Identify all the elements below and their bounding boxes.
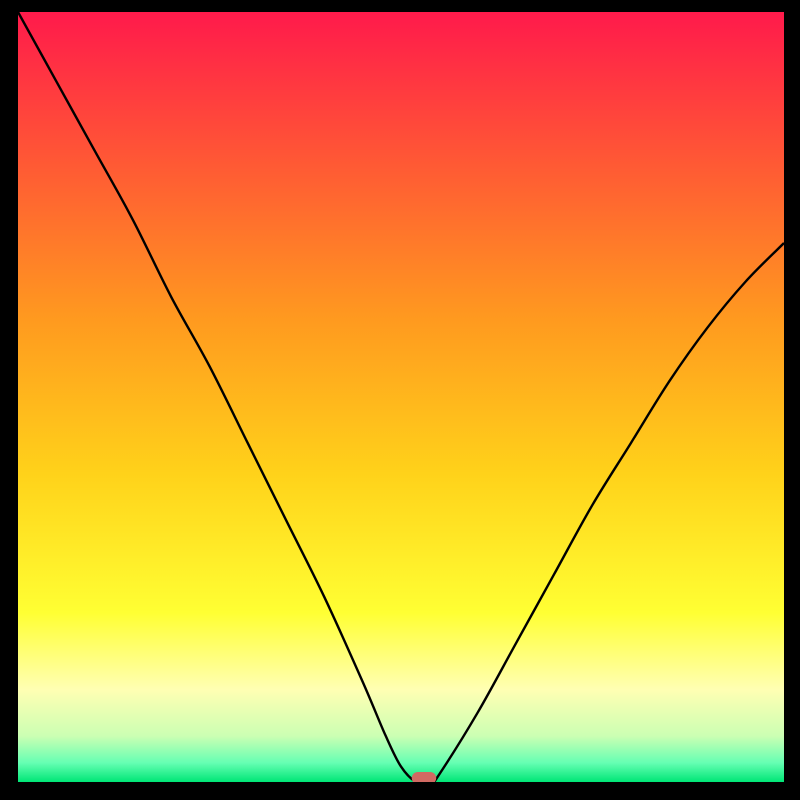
optimal-marker bbox=[412, 772, 437, 782]
chart-stage: TheBottleneck.com bbox=[0, 0, 800, 800]
plot-background bbox=[18, 12, 784, 782]
bottleneck-chart bbox=[18, 12, 784, 782]
